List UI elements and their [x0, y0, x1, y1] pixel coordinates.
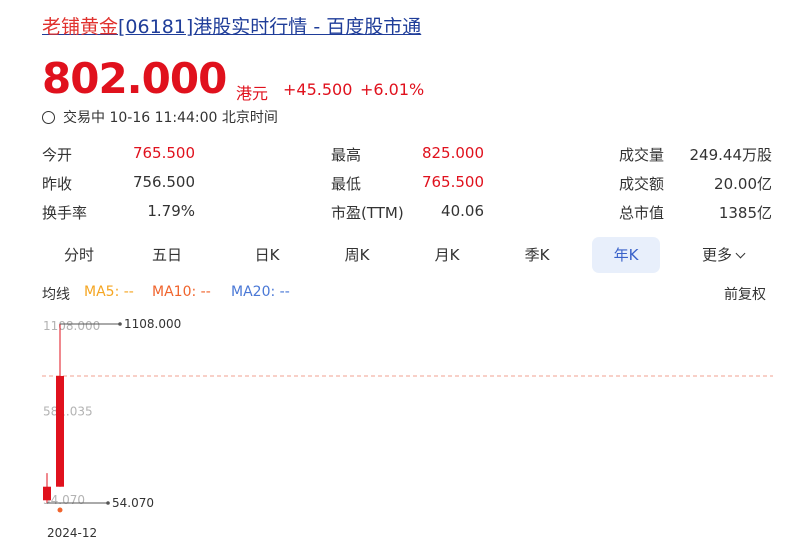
y-tick-label: 581.035 — [43, 405, 93, 419]
max-marker-dot — [118, 322, 122, 326]
min-price-label: 54.070 — [112, 496, 154, 510]
kline-chart[interactable]: 1108.000581.03554.0701108.00054.0702024-… — [0, 0, 801, 549]
candle-body — [56, 375, 64, 487]
candle-body — [43, 486, 51, 501]
x-axis-marker-dot — [57, 507, 63, 513]
x-axis-label: 2024-12 — [47, 526, 97, 540]
min-marker-dot — [106, 501, 110, 505]
max-price-label: 1108.000 — [124, 317, 181, 331]
y-tick-label: 1108.000 — [43, 319, 100, 333]
